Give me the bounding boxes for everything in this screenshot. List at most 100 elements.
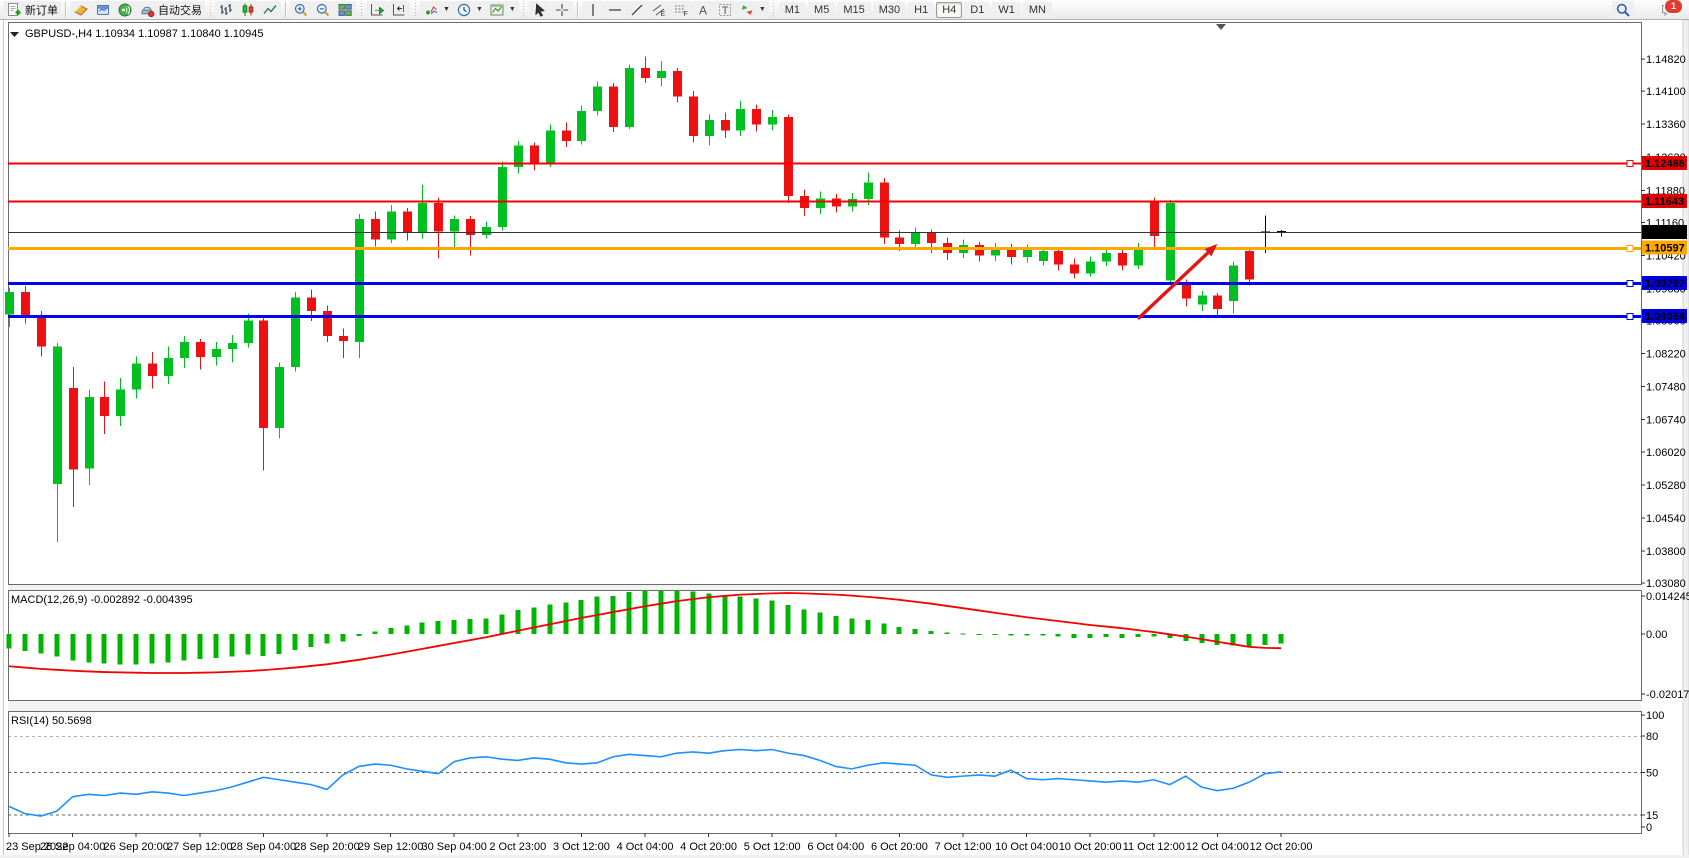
svg-text:4 Oct 20:00: 4 Oct 20:00 (680, 841, 737, 853)
zoom-in-icon (293, 2, 309, 18)
text-label-button[interactable]: T (714, 1, 736, 19)
arrows-icon (739, 2, 755, 18)
svg-text:6 Oct 20:00: 6 Oct 20:00 (871, 841, 928, 853)
autotrading-icon (139, 2, 155, 18)
text-button[interactable]: A (692, 1, 714, 19)
periods-button[interactable]: ▼ (453, 1, 486, 19)
svg-text:0: 0 (1646, 822, 1652, 834)
crosshair-button[interactable] (551, 1, 573, 19)
arrows-button[interactable]: ▼ (736, 1, 769, 19)
chart-shift-icon (391, 2, 407, 18)
svg-text:10 Oct 20:00: 10 Oct 20:00 (1059, 841, 1122, 853)
svg-text:12 Oct 20:00: 12 Oct 20:00 (1250, 841, 1313, 853)
svg-text:6 Oct 04:00: 6 Oct 04:00 (807, 841, 864, 853)
vertical-line-button[interactable] (582, 1, 604, 19)
toolbar-grip (208, 3, 212, 17)
toolbar-separator (577, 2, 578, 17)
horizontal-line-button[interactable] (604, 1, 626, 19)
line-chart-button[interactable] (259, 1, 281, 19)
notifications-button[interactable]: 1 (1660, 2, 1676, 18)
svg-text:E: E (660, 11, 665, 18)
svg-text:11 Oct 12:00: 11 Oct 12:00 (1123, 841, 1185, 853)
zoom-out-button[interactable] (312, 1, 334, 19)
chart-title-text: GBPUSD-,H4 1.10934 1.10987 1.10840 1.109… (25, 28, 264, 40)
svg-text:0.014245: 0.014245 (1646, 591, 1689, 603)
svg-text:5 Oct 12:00: 5 Oct 12:00 (744, 841, 801, 853)
timeframe-M15[interactable]: M15 (837, 2, 870, 18)
autotrading-button[interactable]: 自动交易 (136, 1, 205, 19)
equidistant-channel-button[interactable]: E (648, 1, 670, 19)
autotrading-label: 自动交易 (158, 2, 202, 18)
candlestick-chart-icon (240, 2, 256, 18)
timeframe-M30[interactable]: M30 (873, 2, 906, 18)
candlestick-chart-button[interactable] (237, 1, 259, 19)
svg-text:28 Sep 20:00: 28 Sep 20:00 (294, 841, 359, 853)
svg-text:100: 100 (1646, 710, 1664, 722)
text-icon: A (695, 2, 711, 18)
svg-text:10 Oct 04:00: 10 Oct 04:00 (995, 841, 1058, 853)
svg-text:A: A (699, 3, 707, 17)
cursor-button[interactable] (529, 1, 551, 19)
toolbar-separator (65, 2, 66, 17)
vertical-line-icon (585, 2, 601, 18)
trendline-button[interactable] (626, 1, 648, 19)
svg-text:26 Sep 20:00: 26 Sep 20:00 (103, 841, 168, 853)
svg-text:1.08220: 1.08220 (1646, 349, 1686, 361)
svg-text:27 Sep 12:00: 27 Sep 12:00 (167, 841, 232, 853)
toolbar-grip (522, 3, 526, 17)
svg-text:1.11643: 1.11643 (1645, 196, 1684, 208)
svg-text:1.12486: 1.12486 (1645, 158, 1685, 170)
svg-text:26 Sep 04:00: 26 Sep 04:00 (40, 841, 105, 853)
notification-badge: 1 (1664, 0, 1683, 14)
svg-text:1.06020: 1.06020 (1646, 447, 1686, 459)
chart-canvas[interactable]: 1.148201.141001.133601.126201.118801.111… (0, 20, 1689, 858)
chart-shift-button[interactable] (388, 1, 410, 19)
toolbar-grip (359, 3, 363, 17)
signals-icon (117, 2, 133, 18)
periods-clock-icon (456, 2, 472, 18)
fibonacci-icon: F (673, 2, 689, 18)
fibonacci-button[interactable]: F (670, 1, 692, 19)
svg-text:1.10597: 1.10597 (1645, 243, 1685, 255)
svg-text:T: T (722, 5, 729, 17)
toolbar-separator (285, 2, 286, 17)
signals-button[interactable] (114, 1, 136, 19)
text-label-icon: T (717, 2, 733, 18)
svg-text:1.03080: 1.03080 (1646, 578, 1686, 590)
dropdown-caret: ▼ (443, 6, 450, 13)
profile-button[interactable] (92, 1, 114, 19)
svg-text:-0.020171: -0.020171 (1646, 689, 1689, 701)
tile-windows-icon (337, 2, 353, 18)
timeframe-D1[interactable]: D1 (964, 2, 990, 18)
timeframe-MN[interactable]: MN (1023, 2, 1052, 18)
cursor-icon (532, 2, 548, 18)
charts-button[interactable] (70, 1, 92, 19)
timeframe-H4[interactable]: H4 (936, 2, 962, 18)
new-order-label: 新订单 (25, 2, 58, 18)
svg-text:50: 50 (1646, 768, 1658, 780)
svg-text:1.13360: 1.13360 (1646, 119, 1686, 131)
tile-windows-button[interactable] (334, 1, 356, 19)
svg-text:1.04540: 1.04540 (1646, 513, 1686, 525)
dropdown-caret: ▼ (509, 6, 516, 13)
svg-text:12 Oct 04:00: 12 Oct 04:00 (1186, 841, 1249, 853)
svg-text:1.03800: 1.03800 (1646, 546, 1686, 558)
timeframe-M1[interactable]: M1 (779, 2, 806, 18)
svg-text:1.05280: 1.05280 (1646, 480, 1686, 492)
templates-button[interactable]: ▼ (486, 1, 519, 19)
timeframe-W1[interactable]: W1 (992, 2, 1021, 18)
search-button[interactable] (1612, 1, 1634, 19)
rsi-pane: RSI(14) 50.5698 (8, 712, 1642, 834)
trendline-icon (629, 2, 645, 18)
bar-chart-button[interactable] (215, 1, 237, 19)
indicators-button[interactable]: ▼ (420, 1, 453, 19)
timeframe-M5[interactable]: M5 (808, 2, 835, 18)
svg-text:1.09797: 1.09797 (1645, 278, 1685, 290)
toolbar: 新订单 自动交易 ▼ ▼ ▼ E F A T ▼ M1M5M15M30H1H4D… (0, 0, 1689, 20)
new-order-button[interactable]: 新订单 (3, 1, 61, 19)
zoom-in-button[interactable] (290, 1, 312, 19)
timeframe-H1[interactable]: H1 (908, 2, 934, 18)
auto-scroll-button[interactable] (366, 1, 388, 19)
main-price-pane (9, 23, 1642, 585)
svg-text:1.07480: 1.07480 (1646, 382, 1686, 394)
